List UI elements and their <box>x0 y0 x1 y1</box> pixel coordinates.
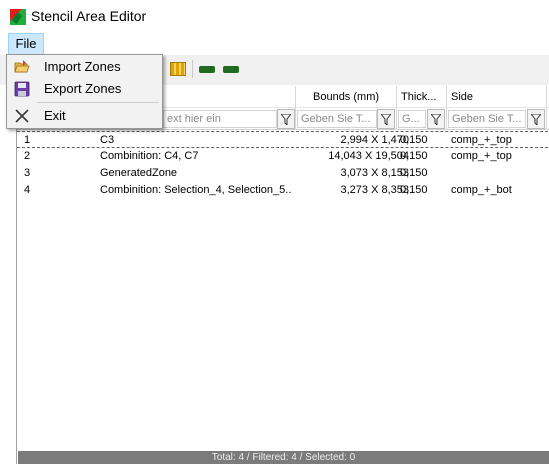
zone-bounds: 3,073 X 8,153 <box>340 167 409 179</box>
zone-name: C3 <box>100 134 115 146</box>
zone-thickness: 0,150 <box>400 150 428 162</box>
name-filter-placeholder: ext hier ein <box>167 113 221 125</box>
name-filter-input[interactable]: ext hier ein <box>163 110 277 128</box>
zone-name: Combinition: Selection_4, Selection_5... <box>100 184 292 196</box>
floppy-disk-icon <box>14 81 30 97</box>
row-index: 3 <box>24 167 31 179</box>
thickness-filter-button[interactable] <box>427 109 445 129</box>
table-row[interactable]: 1 C3 2,994 X 1,470 0,150 comp_+_top <box>17 131 548 148</box>
row-index: 4 <box>24 184 31 196</box>
thickness-filter-input[interactable]: G... <box>398 110 426 128</box>
column-divider <box>295 86 296 130</box>
status-bar: Total: 4 / Filtered: 4 / Selected: 0 <box>18 451 549 464</box>
column-header-thickness[interactable]: Thick... <box>401 86 445 108</box>
zone-name: GeneratedZone <box>100 167 178 179</box>
column-divider <box>396 86 397 130</box>
menu-item-label: Exit <box>44 108 66 123</box>
row-index: 1 <box>24 134 31 146</box>
menu-item-import-zones[interactable]: Import Zones <box>8 56 161 78</box>
bounds-filter-placeholder: Geben Sie T... <box>301 113 371 125</box>
funnel-icon <box>531 114 541 125</box>
table-row[interactable]: 4 Combinition: Selection_4, Selection_5.… <box>17 182 549 199</box>
component-icon[interactable] <box>199 66 215 73</box>
name-filter-button[interactable] <box>277 109 295 129</box>
menu-item-label: Export Zones <box>44 81 122 96</box>
table-row[interactable]: 2 Combinition: C4, C7 14,043 X 19,504 0,… <box>17 148 549 165</box>
toolbar-separator <box>192 60 193 78</box>
zone-thickness: 0,150 <box>400 184 428 196</box>
row-index: 2 <box>24 150 31 162</box>
column-header-side[interactable]: Side <box>451 86 473 108</box>
menu-item-exit[interactable]: Exit <box>8 105 161 127</box>
grid-icon[interactable] <box>170 62 186 76</box>
zone-thickness: 0,150 <box>400 134 428 146</box>
side-filter-input[interactable]: Geben Sie T... <box>448 110 526 128</box>
thickness-filter-placeholder: G... <box>402 113 420 125</box>
menu-separator <box>37 102 159 103</box>
folder-open-icon <box>14 60 30 73</box>
table-row[interactable]: 3 GeneratedZone 3,073 X 8,153 0,150 <box>17 165 549 182</box>
menu-bar <box>0 32 549 54</box>
zone-bounds: 3,273 X 8,353 <box>340 184 409 196</box>
close-x-icon <box>15 109 29 123</box>
zone-name: Combinition: C4, C7 <box>100 150 199 162</box>
column-header-bounds[interactable]: Bounds (mm) <box>313 86 379 108</box>
menu-item-export-zones[interactable]: Export Zones <box>8 78 161 100</box>
zone-side: comp_+_bot <box>451 184 512 196</box>
bounds-filter-input[interactable]: Geben Sie T... <box>297 110 377 128</box>
funnel-icon <box>431 114 441 125</box>
column-divider <box>546 86 547 130</box>
file-dropdown-menu: Import Zones Export Zones Exit <box>6 54 163 129</box>
column-divider <box>446 86 447 130</box>
stencil-app-icon <box>10 9 26 25</box>
component-icon[interactable] <box>223 66 239 73</box>
zone-thickness: 0,150 <box>400 167 428 179</box>
menu-file[interactable]: File <box>8 33 44 55</box>
side-filter-placeholder: Geben Sie T... <box>452 113 522 125</box>
menu-item-label: Import Zones <box>44 59 121 74</box>
zone-side: comp_+_top <box>451 150 512 162</box>
zone-bounds: 14,043 X 19,504 <box>328 150 409 162</box>
zone-bounds: 2,994 X 1,470 <box>340 134 409 146</box>
zone-side: comp_+_top <box>451 134 512 146</box>
side-filter-button[interactable] <box>527 109 545 129</box>
funnel-icon <box>281 114 291 125</box>
window-title: Stencil Area Editor <box>31 8 147 24</box>
zone-side <box>451 165 546 182</box>
bounds-filter-button[interactable] <box>377 109 395 129</box>
funnel-icon <box>381 114 391 125</box>
